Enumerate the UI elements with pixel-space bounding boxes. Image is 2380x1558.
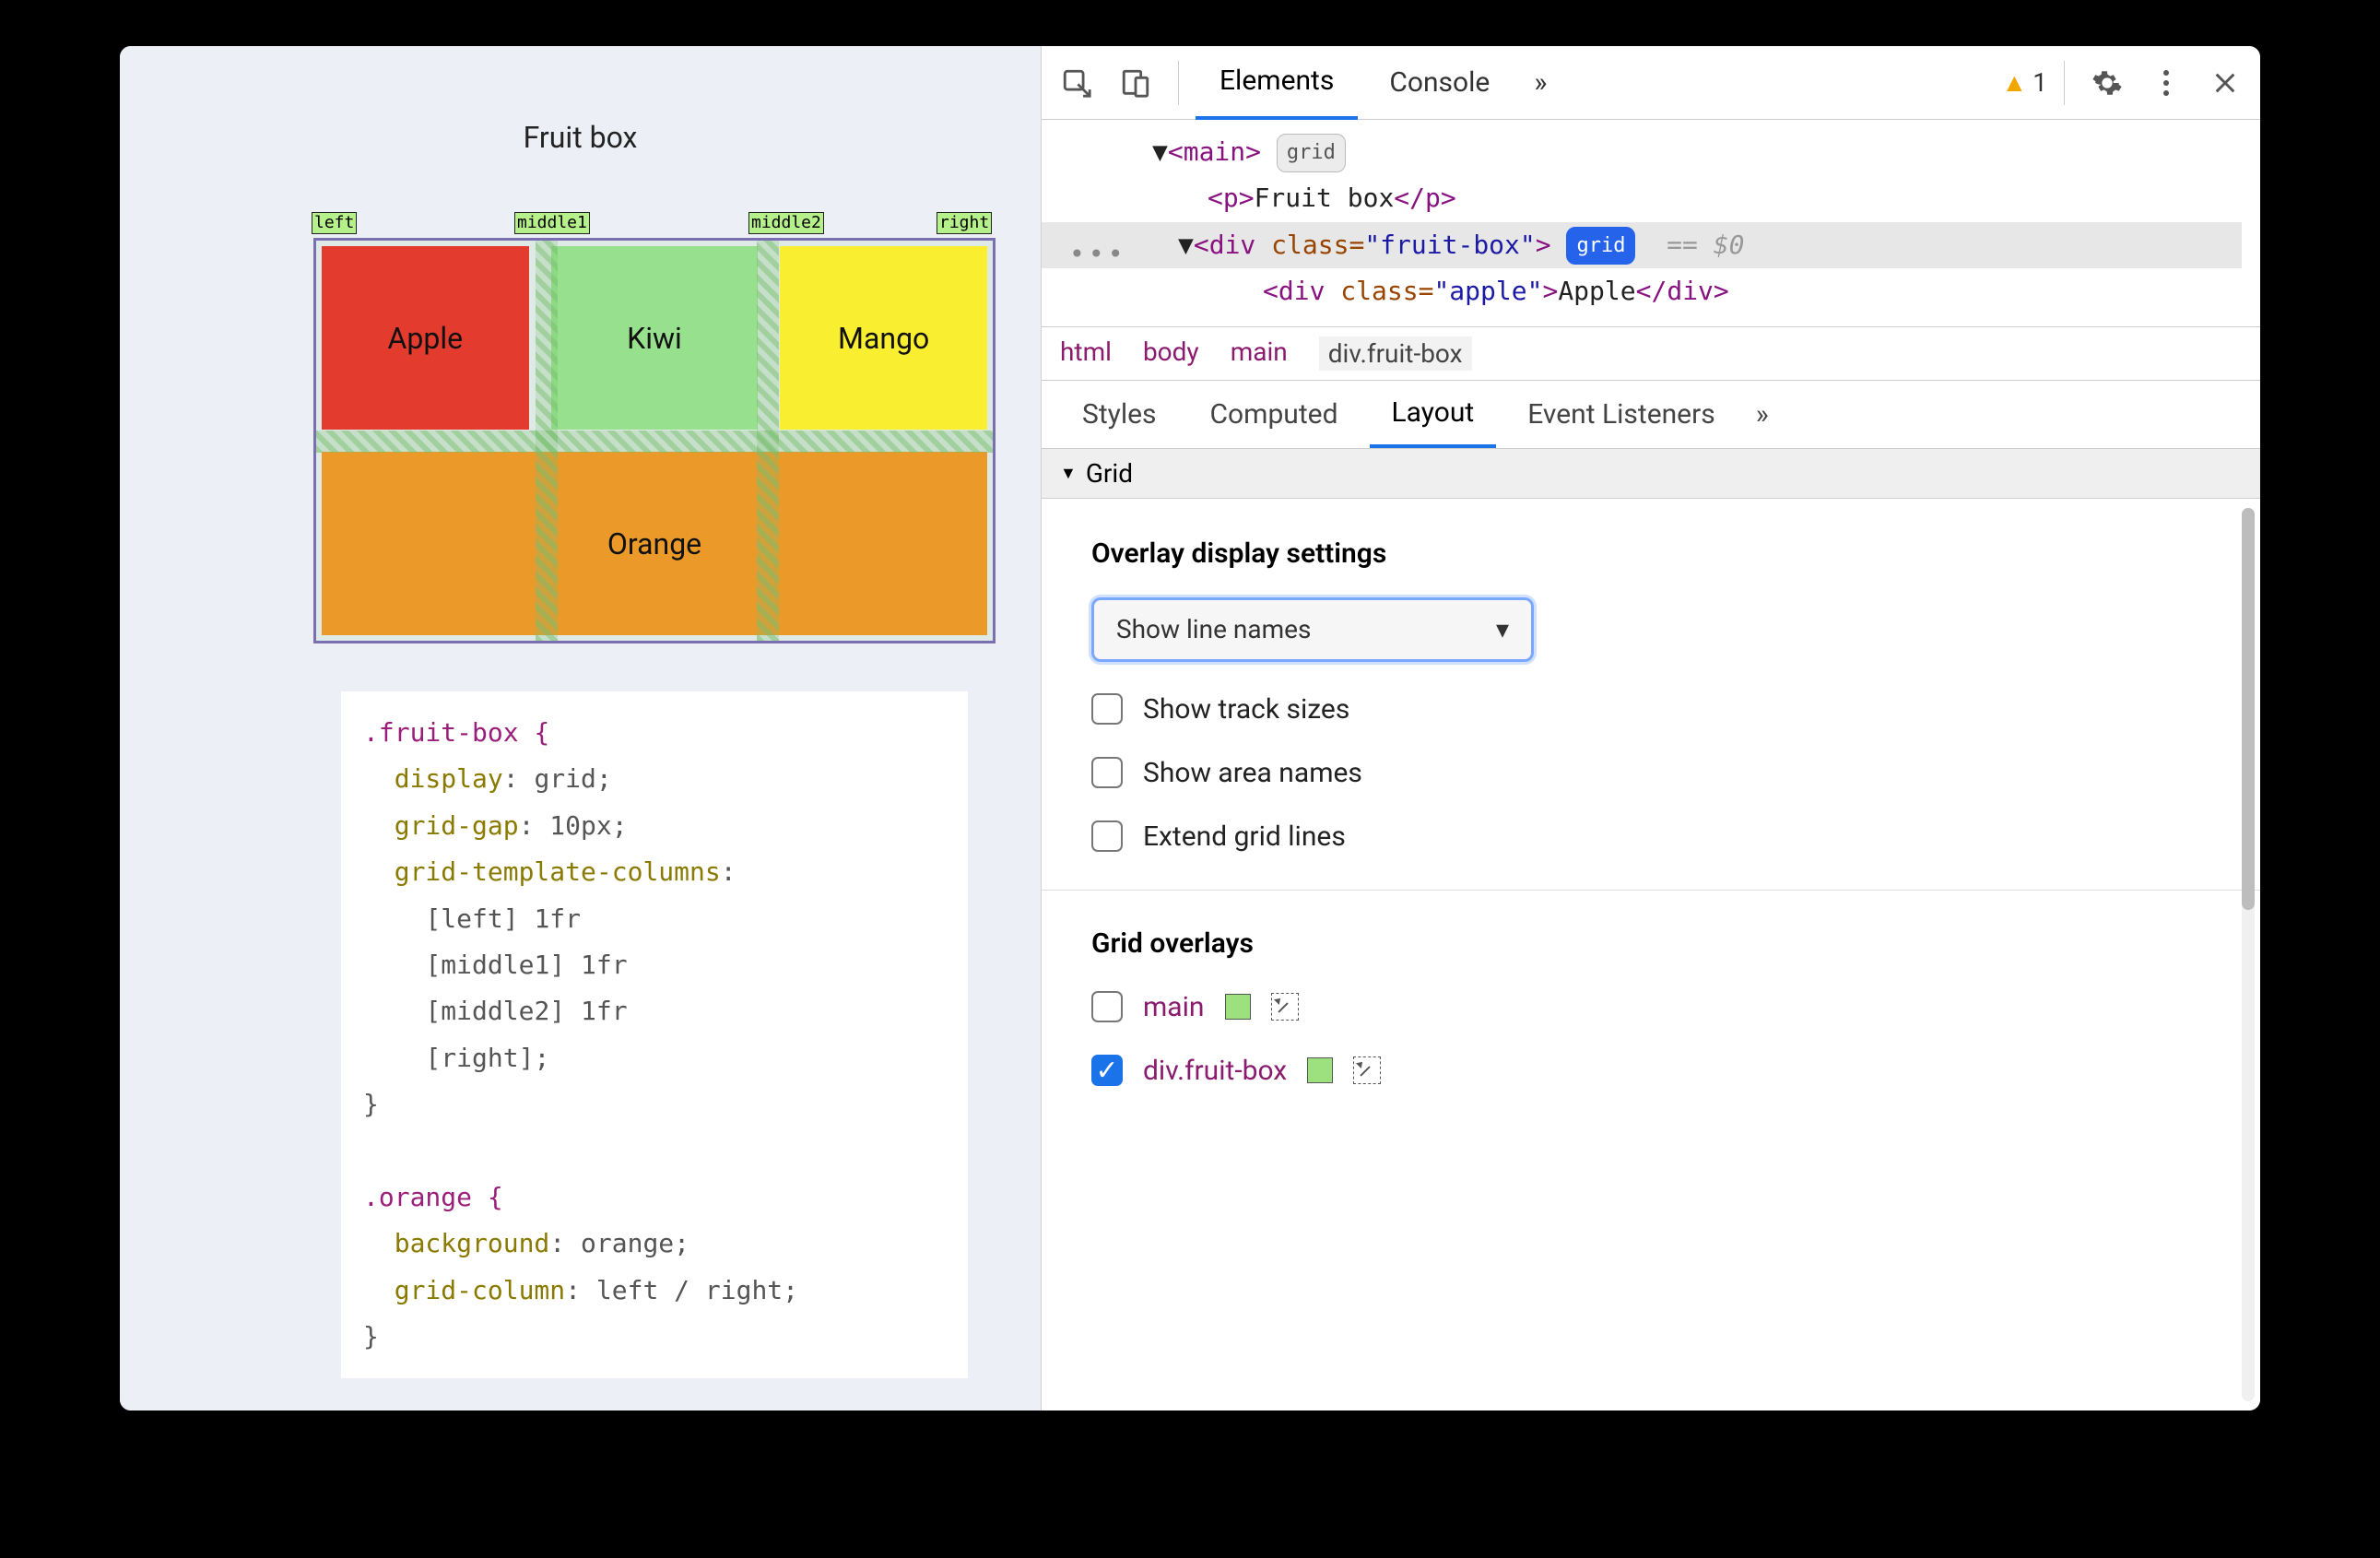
warning-badge[interactable]: ▲ 1 — [2002, 67, 2047, 98]
tabs-overflow[interactable]: » — [1521, 46, 1560, 120]
checkbox[interactable] — [1091, 991, 1123, 1022]
settings-icon[interactable] — [2081, 57, 2133, 109]
inspect-icon[interactable] — [1051, 57, 1102, 109]
line-names-select[interactable]: Show line names ▾ — [1091, 597, 1534, 662]
rendered-page: Fruit box left middle1 middle2 right App… — [120, 46, 1042, 1410]
tab-styles[interactable]: Styles — [1060, 380, 1179, 448]
tab-elements[interactable]: Elements — [1196, 46, 1358, 120]
divider — [1042, 890, 2260, 891]
checkbox[interactable] — [1091, 693, 1123, 725]
grid-overlays-heading: Grid overlays — [1091, 927, 2210, 960]
close-icon[interactable] — [2199, 57, 2251, 109]
dom-node-fruit-box[interactable]: ••• ▼<div class="fruit-box"> grid == $0 — [1042, 222, 2242, 268]
tab-computed[interactable]: Computed — [1188, 380, 1361, 448]
opt-track-sizes[interactable]: Show track sizes — [1091, 693, 2210, 726]
disclosure-icon: ▼ — [1060, 464, 1077, 483]
grid-line-label: middle1 — [514, 212, 590, 234]
crumb-fruit-box[interactable]: div.fruit-box — [1319, 336, 1472, 371]
cell-orange: Orange — [322, 452, 987, 635]
warning-icon: ▲ — [2002, 67, 2028, 98]
checkbox[interactable]: ✓ — [1091, 1055, 1123, 1086]
layout-pane: Overlay display settings Show line names… — [1042, 499, 2260, 1410]
grid-line-label: middle2 — [748, 212, 824, 234]
color-swatch[interactable] — [1225, 994, 1251, 1020]
css-source: .fruit-box { display: grid; grid-gap: 10… — [341, 691, 968, 1378]
cell-apple: Apple — [322, 246, 529, 430]
tab-layout[interactable]: Layout — [1370, 380, 1497, 448]
cell-mango: Mango — [780, 246, 987, 430]
styles-tabs: Styles Computed Layout Event Listeners » — [1042, 381, 2260, 449]
dom-node-main[interactable]: ▼<main> grid — [1152, 129, 2242, 175]
grid-badge-active[interactable]: grid — [1566, 227, 1635, 266]
reveal-icon[interactable] — [1271, 993, 1299, 1021]
tab-event-listeners[interactable]: Event Listeners — [1505, 380, 1738, 448]
device-toggle-icon[interactable] — [1110, 57, 1161, 109]
grid-section-header[interactable]: ▼ Grid — [1042, 449, 2260, 499]
grid-line-label: right — [937, 212, 992, 234]
devtools-toolbar: Elements Console » ▲ 1 — [1042, 46, 2260, 120]
chevron-down-icon: ▾ — [1496, 614, 1509, 644]
page-title: Fruit box — [120, 120, 1041, 155]
overlay-settings-heading: Overlay display settings — [1091, 537, 2210, 570]
dom-node-apple[interactable]: <div class="apple">Apple</div> — [1152, 268, 2242, 314]
warning-count: 1 — [2032, 67, 2047, 98]
overlay-row-main[interactable]: main — [1091, 991, 2210, 1023]
crumb-html[interactable]: html — [1060, 336, 1112, 371]
fruit-box-grid: Apple Kiwi Mango Orange — [313, 238, 996, 643]
styles-tabs-overflow[interactable]: » — [1747, 380, 1778, 448]
scrollbar-thumb[interactable] — [2242, 508, 2255, 910]
opt-extend-lines[interactable]: Extend grid lines — [1091, 820, 2210, 853]
grid-badge[interactable]: grid — [1277, 134, 1346, 172]
reveal-icon[interactable] — [1353, 1056, 1381, 1084]
scrollbar[interactable] — [2242, 508, 2255, 1401]
breadcrumb: html body main div.fruit-box — [1042, 326, 2260, 381]
crumb-body[interactable]: body — [1143, 336, 1199, 371]
tab-console[interactable]: Console — [1365, 46, 1514, 120]
grid-line-label: left — [312, 212, 357, 234]
dom-tree[interactable]: ▼<main> grid <p>Fruit box</p> ••• ▼<div … — [1042, 120, 2260, 326]
window: Fruit box left middle1 middle2 right App… — [120, 46, 2260, 1410]
cell-kiwi: Kiwi — [551, 246, 759, 430]
checkbox[interactable] — [1091, 820, 1123, 852]
opt-area-names[interactable]: Show area names — [1091, 757, 2210, 789]
dom-more-icon[interactable]: ••• — [1069, 231, 1127, 277]
crumb-main[interactable]: main — [1231, 336, 1288, 371]
checkbox[interactable] — [1091, 757, 1123, 788]
color-swatch[interactable] — [1307, 1057, 1333, 1083]
kebab-icon[interactable] — [2140, 57, 2192, 109]
dom-node-p[interactable]: <p>Fruit box</p> — [1152, 175, 2242, 221]
devtools: Elements Console » ▲ 1 ▼<main> grid <p>F… — [1042, 46, 2260, 1410]
overlay-row-fruit-box[interactable]: ✓ div.fruit-box — [1091, 1055, 2210, 1087]
